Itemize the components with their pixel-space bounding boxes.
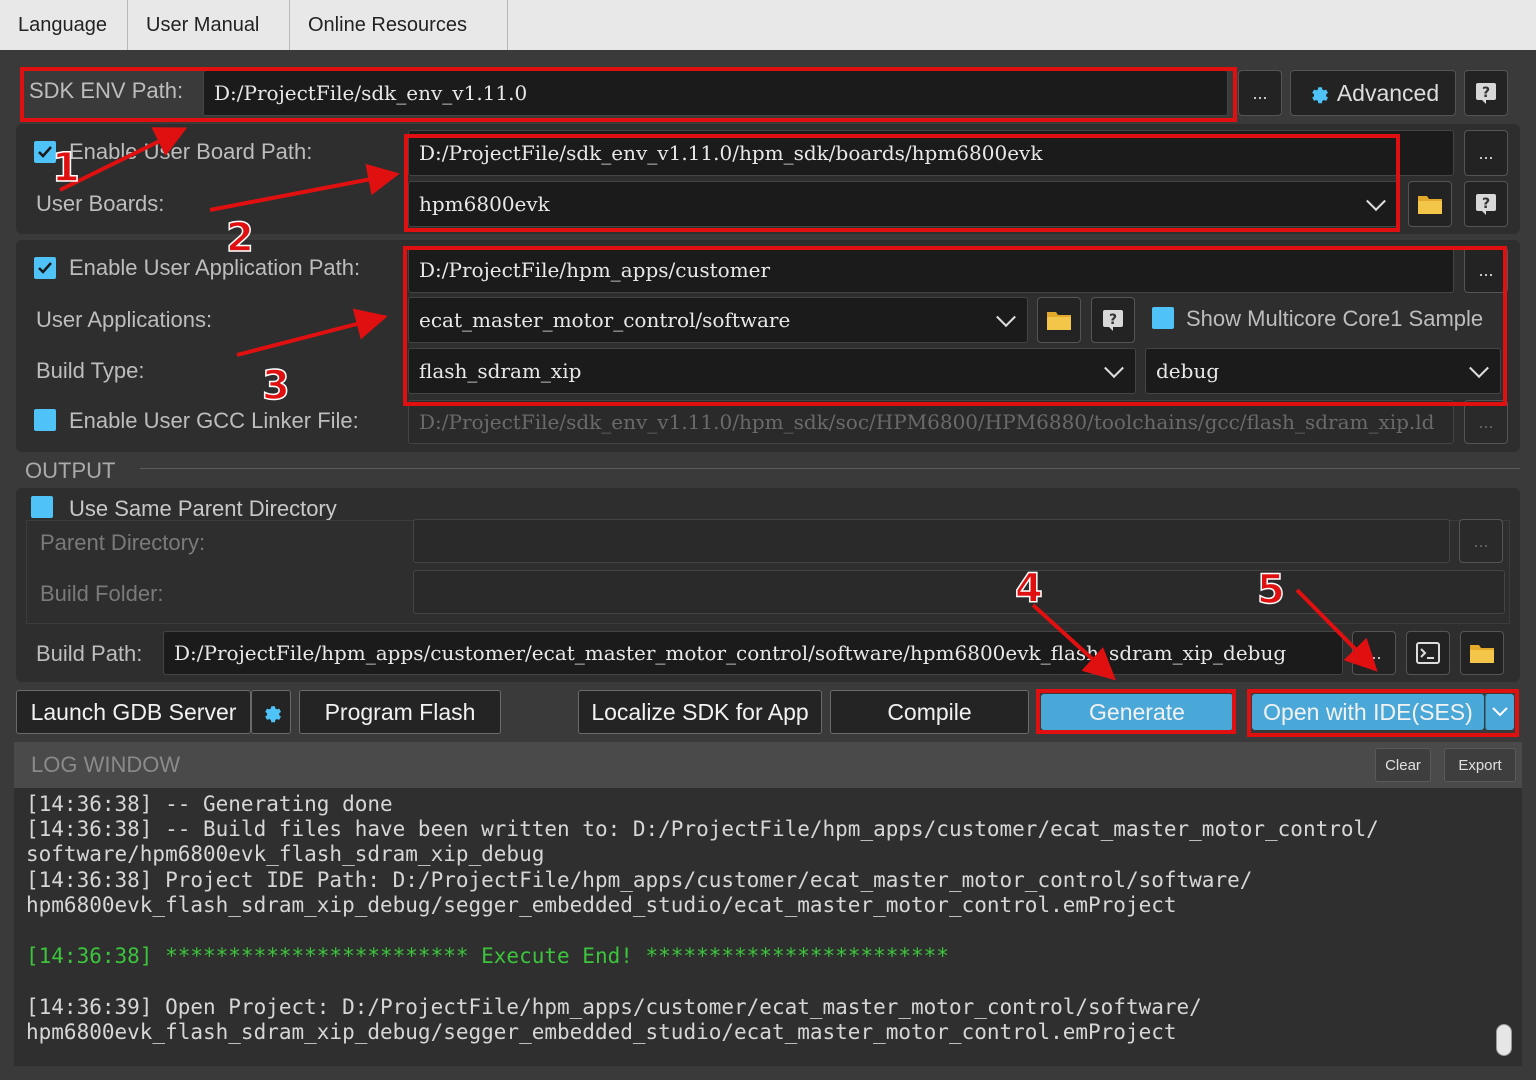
annotation-number-1: 1: [51, 144, 80, 192]
annotation-number-3: 3: [261, 362, 290, 410]
annotation-arrow-3: [236, 308, 388, 357]
annotation-arrows: [59, 127, 1378, 681]
annotation-arrow-5: [1295, 588, 1378, 672]
annotation-number-2: 2: [225, 214, 254, 262]
annotation-number-4: 4: [1014, 565, 1043, 613]
annotation-number-5: 5: [1256, 566, 1285, 614]
annotation-arrow-2: [209, 163, 400, 212]
annotation-arrow-4: [1031, 603, 1116, 681]
